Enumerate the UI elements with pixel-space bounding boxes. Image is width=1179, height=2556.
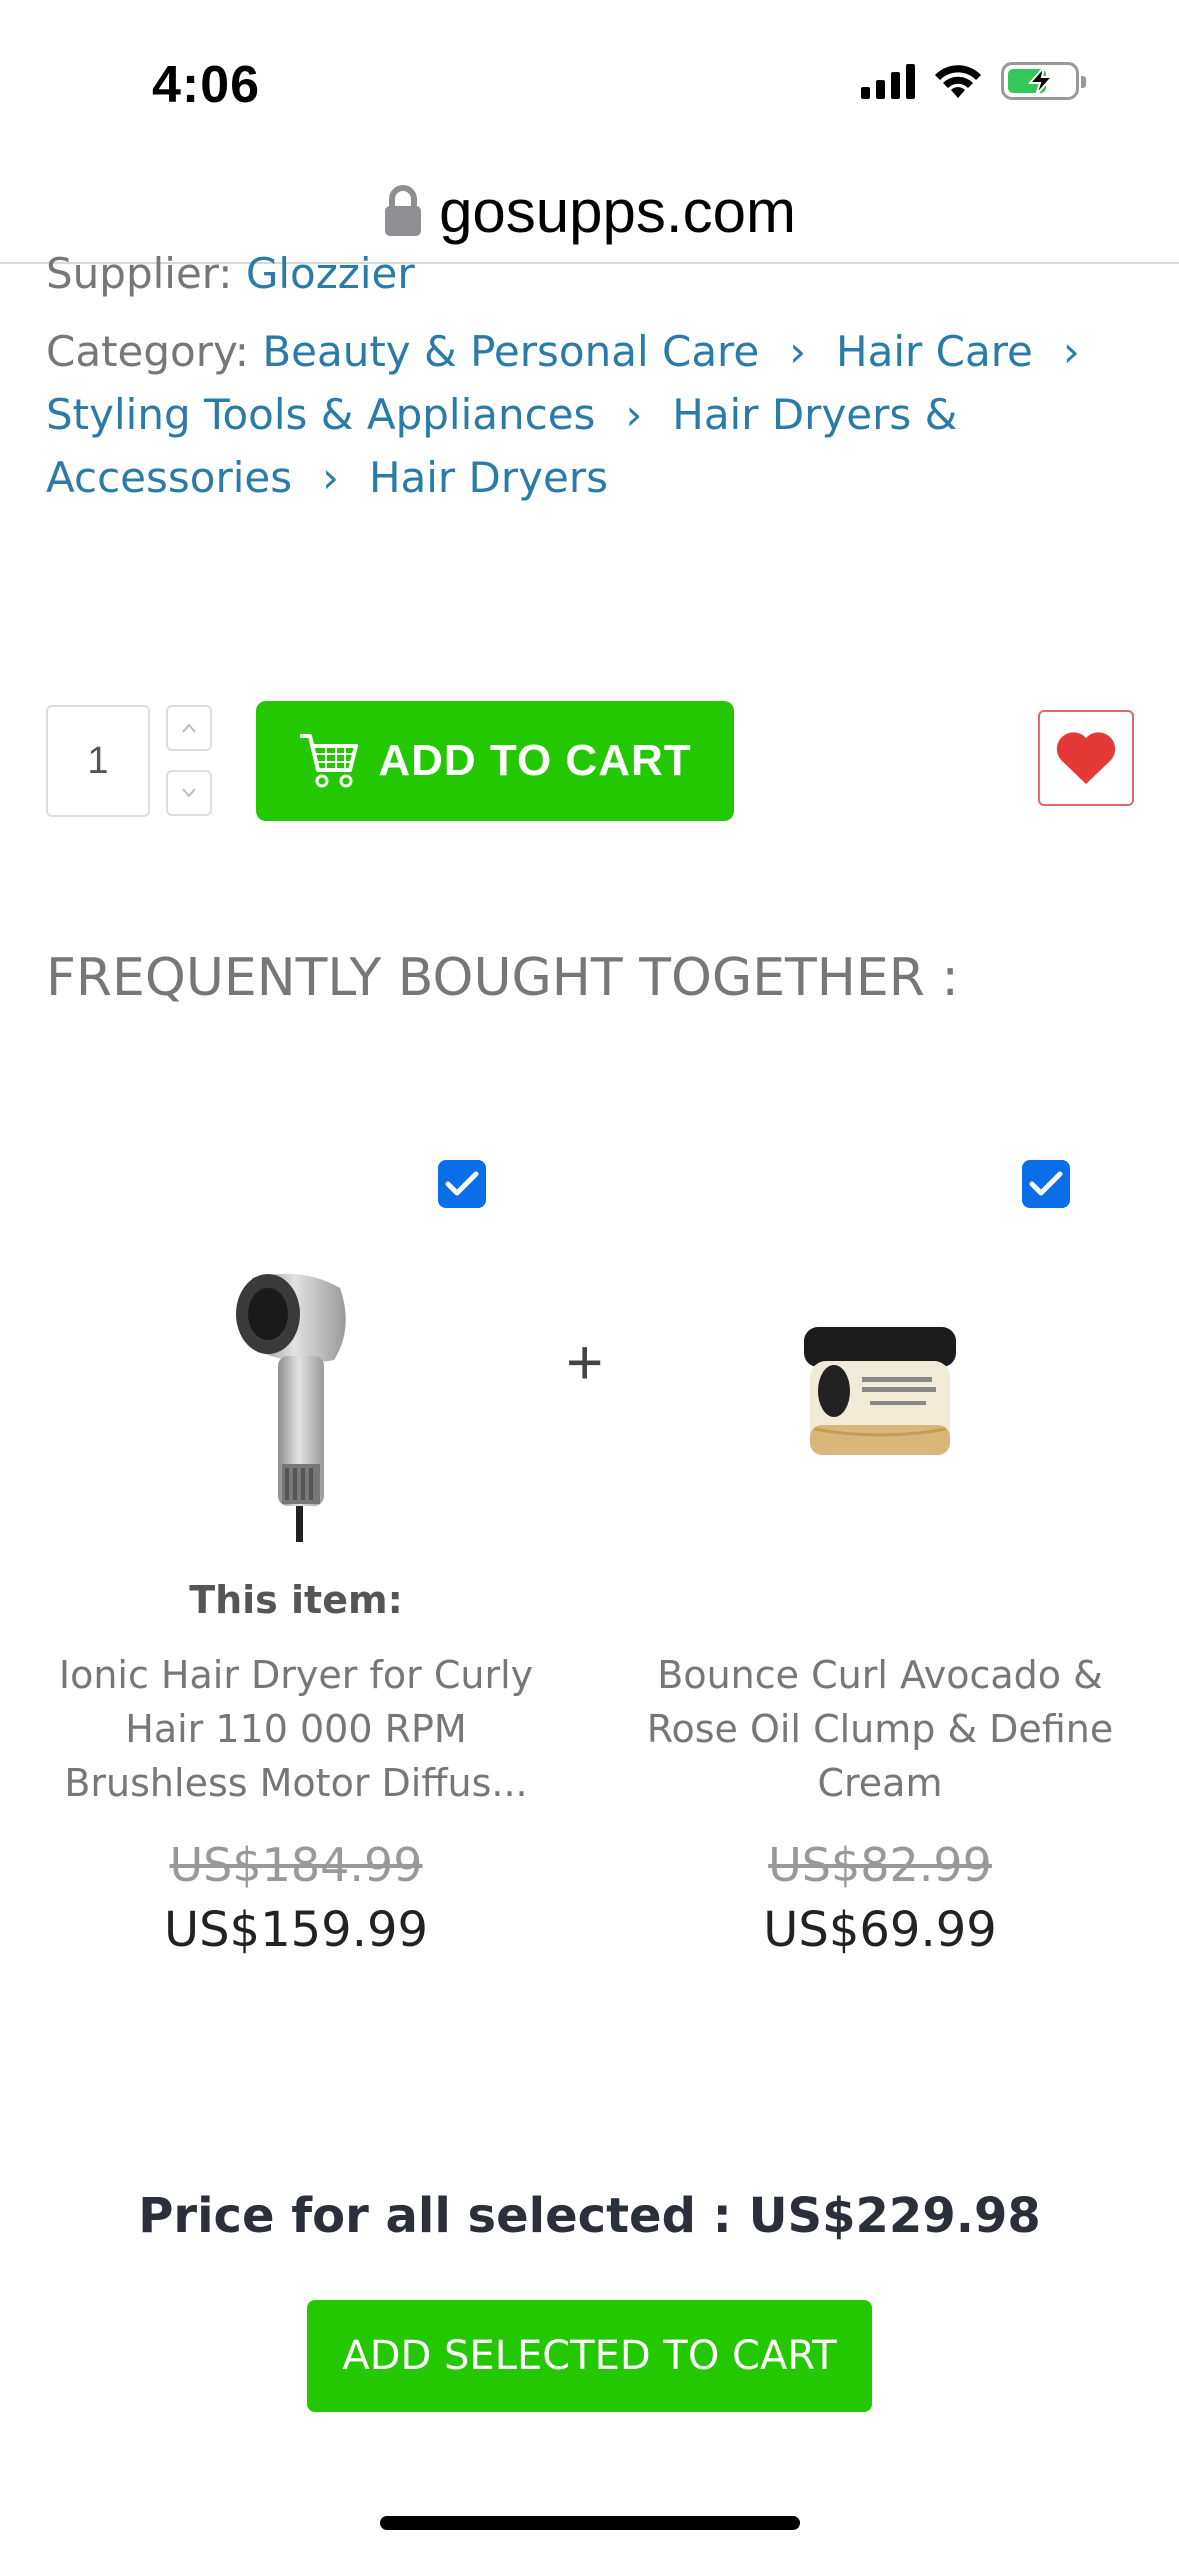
supplier-link[interactable]: Glozzier xyxy=(246,249,415,298)
fbt-item-2-price: US$69.99 xyxy=(763,1902,997,1958)
fbt-item-2-checkbox[interactable] xyxy=(1022,1160,1070,1208)
add-selected-to-cart-button[interactable]: ADD SELECTED TO CART xyxy=(307,2300,872,2412)
status-icons xyxy=(861,62,1086,100)
fbt-item-1-name[interactable]: Ionic Hair Dryer for Curly Hair 110 000 … xyxy=(36,1648,556,1810)
category-link-hair-care[interactable]: Hair Care xyxy=(836,327,1033,376)
caret-up-icon xyxy=(182,723,196,733)
shopping-cart-icon xyxy=(300,734,359,788)
quantity-increment-button[interactable] xyxy=(166,705,212,751)
chevron-right-icon: › xyxy=(789,327,807,376)
this-item-label: This item: xyxy=(189,1578,403,1622)
category-link-beauty[interactable]: Beauty & Personal Care xyxy=(262,327,759,376)
url-text: gosupps.com xyxy=(439,177,796,245)
add-to-cart-label: ADD TO CART xyxy=(378,736,692,785)
add-to-cart-button[interactable]: ADD TO CART xyxy=(256,701,734,821)
status-time: 4:06 xyxy=(152,56,261,114)
selected-total: Price for all selected : US$229.98 xyxy=(138,2188,1041,2244)
status-bar: 4:06 xyxy=(0,0,1179,160)
wifi-icon xyxy=(935,65,981,98)
fbt-item-2-name[interactable]: Bounce Curl Avocado & Rose Oil Clump & D… xyxy=(620,1648,1140,1810)
fbt-item-2-old-price: US$82.99 xyxy=(768,1838,992,1892)
fbt-title: FREQUENTLY BOUGHT TOGETHER : xyxy=(46,948,959,1008)
lock-icon xyxy=(385,185,422,236)
quantity-input[interactable]: 1 xyxy=(46,705,150,817)
supplier-label: Supplier: xyxy=(46,249,233,298)
checkmark-icon xyxy=(445,1171,479,1196)
caret-down-icon xyxy=(182,788,196,798)
chevron-right-icon: › xyxy=(625,390,643,439)
heart-icon xyxy=(1056,732,1116,784)
fbt-item-1-checkbox[interactable] xyxy=(438,1160,486,1208)
fbt-item-1-old-price: US$184.99 xyxy=(169,1838,423,1892)
category-label: Category: xyxy=(46,327,249,376)
chevron-right-icon: › xyxy=(322,453,339,502)
category-link-hair-dryers[interactable]: Hair Dryers xyxy=(369,453,608,502)
category-breadcrumb: Category: Beauty & Personal Care › Hair Ca… xyxy=(46,320,1136,509)
battery-charging-icon xyxy=(1001,62,1086,100)
quantity-decrement-button[interactable] xyxy=(166,770,212,816)
plus-icon: + xyxy=(566,1326,604,1398)
cream-jar-image[interactable] xyxy=(800,1325,960,1465)
wishlist-button[interactable] xyxy=(1038,710,1134,806)
chevron-right-icon: › xyxy=(1062,327,1080,376)
checkmark-icon xyxy=(1029,1171,1063,1196)
home-indicator[interactable] xyxy=(380,2516,800,2530)
hair-dryer-image[interactable] xyxy=(232,1268,362,1548)
supplier-info: Supplier: Glozzier xyxy=(46,242,415,305)
category-link-styling-tools[interactable]: Styling Tools & Appliances xyxy=(46,390,595,439)
fbt-item-1-price: US$159.99 xyxy=(163,1902,429,1958)
cellular-signal-icon xyxy=(861,63,915,99)
